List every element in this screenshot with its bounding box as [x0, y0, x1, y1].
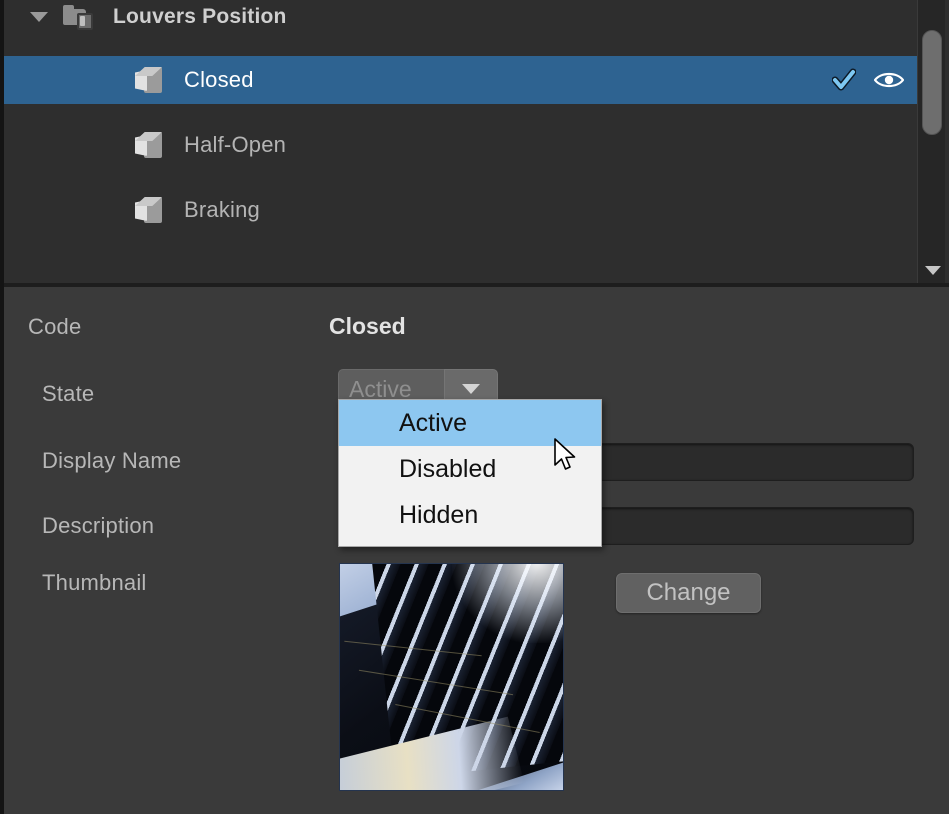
- display-name-label: Display Name: [42, 448, 181, 474]
- dropdown-option-hidden[interactable]: Hidden: [339, 492, 601, 538]
- list-item-label: Half-Open: [184, 132, 286, 158]
- app-window: Louvers Position Closed Ha: [0, 0, 949, 814]
- list-item-label: Braking: [184, 197, 260, 223]
- variant-list-panel: Louvers Position Closed Ha: [4, 0, 949, 283]
- code-label: Code: [28, 314, 81, 340]
- description-label: Description: [42, 513, 154, 539]
- list-item-actions: [832, 68, 904, 92]
- dropdown-option-active[interactable]: Active: [339, 400, 601, 446]
- thumbnail-image[interactable]: [339, 563, 564, 791]
- cube-icon: [134, 130, 162, 160]
- group-header-row[interactable]: Louvers Position: [4, 0, 949, 33]
- list-item[interactable]: Closed: [4, 56, 922, 104]
- cube-icon: [134, 195, 162, 225]
- change-thumbnail-button[interactable]: Change: [616, 573, 761, 613]
- eye-icon[interactable]: [874, 69, 904, 91]
- triangle-down-icon[interactable]: [925, 266, 941, 275]
- cube-icon: [134, 65, 162, 95]
- state-dropdown-menu[interactable]: Active Disabled Hidden: [338, 399, 602, 547]
- state-label: State: [42, 381, 94, 407]
- list-item-label: Closed: [184, 67, 254, 93]
- folder-cube-icon: [63, 5, 93, 29]
- triangle-down-icon[interactable]: [30, 12, 48, 22]
- check-icon[interactable]: [832, 68, 856, 92]
- group-title: Louvers Position: [113, 5, 287, 29]
- scrollbar-thumb[interactable]: [922, 30, 942, 135]
- dropdown-option-disabled[interactable]: Disabled: [339, 446, 601, 492]
- list-item[interactable]: Braking: [4, 186, 922, 234]
- thumbnail-label: Thumbnail: [42, 570, 147, 596]
- vertical-scrollbar[interactable]: [917, 0, 945, 283]
- list-item[interactable]: Half-Open: [4, 121, 922, 169]
- code-value: Closed: [329, 313, 406, 340]
